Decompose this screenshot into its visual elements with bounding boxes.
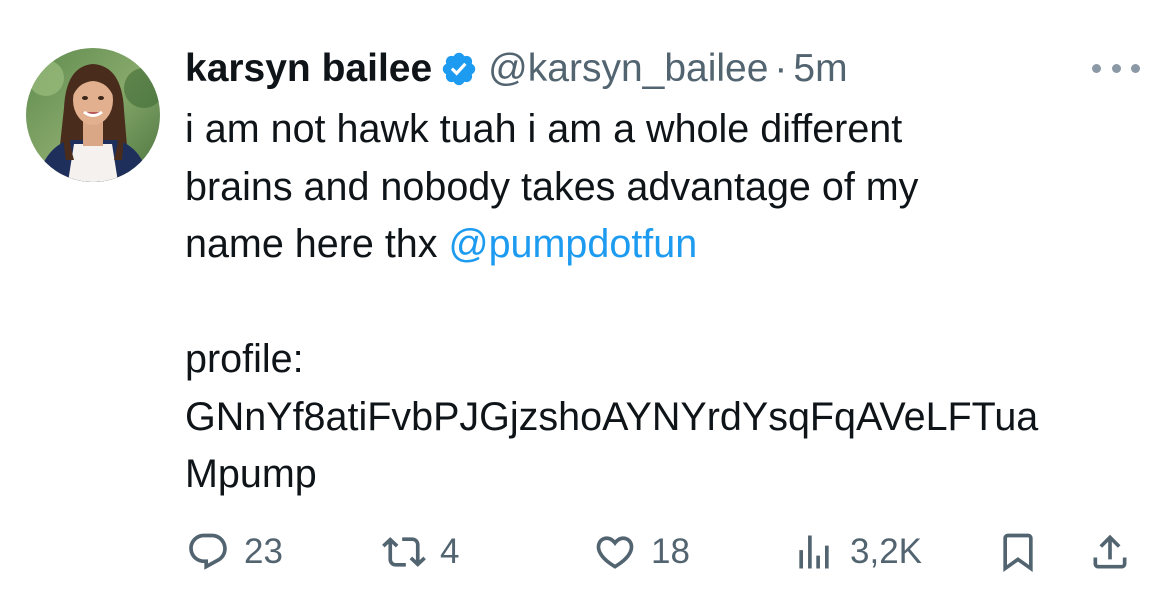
more-dot [1092,63,1101,73]
tweet-header: karsyn bailee @karsyn_bailee · 5m [185,44,848,94]
like-icon [596,536,634,569]
tweet-line: brains and nobody takes advantage of my [185,164,919,209]
like-button[interactable]: 18 [593,522,690,582]
mention-link[interactable]: @pumpdotfun [448,222,697,266]
tweet-line: Mpump [185,452,317,496]
tweet-line-text: name here thx [185,222,449,266]
reply-icon [189,533,227,570]
retweet-button[interactable]: 4 [382,522,459,582]
share-icon [1093,534,1127,569]
reply-button[interactable]: 23 [186,522,283,582]
tweet-line: profile: [185,337,304,381]
views-icon [799,535,829,569]
more-dot [1111,63,1121,73]
tweet-line: i am not hawk tuah i am a whole differen… [185,107,903,151]
avatar[interactable] [26,48,160,182]
tweet: karsyn bailee @karsyn_bailee · 5m i am n… [0,0,1170,607]
retweet-icon [382,537,426,567]
tweet-line: GNnYf8atiFvbPJGjzshoAYNYrdYsqFqAVeLFTua [185,394,1039,439]
more-icon[interactable] [1092,56,1140,80]
bookmark-icon [1003,533,1033,573]
tweet-text: i am not hawk tuah i am a whole differen… [185,101,1150,504]
retweet-count: 4 [440,532,460,571]
reply-count: 23 [244,532,283,571]
timestamp[interactable]: 5m [793,47,847,91]
author-handle[interactable]: @karsyn_bailee [488,47,768,91]
views-button[interactable]: 3,2K [792,522,922,582]
author-name[interactable]: karsyn bailee [185,47,432,91]
share-button[interactable] [1088,522,1132,582]
views-count: 3,2K [850,532,922,571]
like-count: 18 [651,532,690,571]
separator-dot: · [774,47,788,90]
verified-badge-icon[interactable] [440,50,478,88]
tweet-line: name here thx @pumpdotfun [185,216,1150,274]
more-dot [1131,63,1140,73]
bookmark-button[interactable] [996,522,1040,582]
action-bar: 23 4 18 3,2K [0,522,1170,582]
